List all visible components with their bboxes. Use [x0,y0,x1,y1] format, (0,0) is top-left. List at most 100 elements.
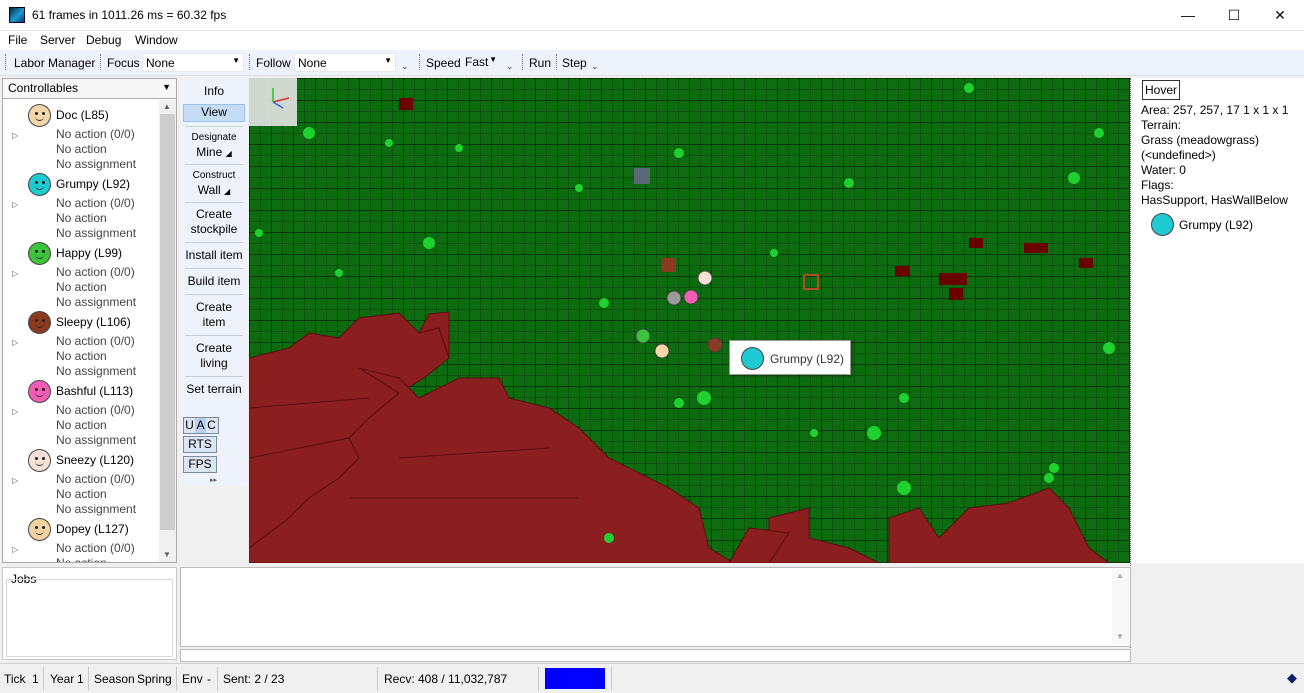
overflow-icon[interactable]: ▸▸ [210,476,217,484]
speed-select[interactable]: Fast ▼ [462,53,500,72]
scroll-up-icon[interactable]: ▲ [1116,571,1124,580]
toolbar-grip[interactable] [522,54,525,70]
controllables-header[interactable]: Controllables ▼ [3,79,176,99]
create-item-tool[interactable]: Create item [183,300,245,330]
rts-button[interactable]: RTS [183,436,217,453]
season-value: Spring [137,672,172,686]
dwarf-face-icon [28,380,51,403]
controllable-item[interactable]: Sneezy (L120) ▷ No action (0/0) No action No… [7,449,157,518]
a-toggle[interactable]: A [195,418,206,433]
controllable-item[interactable]: Grumpy (L92) ▷ No action (0/0) No action No … [7,173,157,242]
tool-label: Create [195,207,233,221]
overflow-icon[interactable]: ⌄ [401,61,409,72]
log-scrollbar[interactable]: ▲ ▼ [1112,569,1129,645]
grumpy-avatar [741,347,764,370]
dropdown-corner-icon: ◢ [225,149,232,158]
close-button[interactable]: ✕ [1257,0,1303,31]
terrain-value: Grass (meadowgrass) [1141,133,1260,147]
controllable-name: Doc (L85) [56,108,109,122]
sent-text: Sent: 2 / 23 [223,672,285,686]
chevron-down-icon[interactable]: ▼ [162,82,171,92]
controllable-item[interactable]: Bashful (L113) ▷ No action (0/0) No action N… [7,380,157,449]
focus-select[interactable]: None ▼ [142,53,244,72]
follow-value: None [298,56,327,70]
scrollbar[interactable]: ▲ ▼ [159,100,176,562]
install-item-tool[interactable]: Install item [183,248,245,263]
assignment-text: No assignment [56,295,137,309]
create-living-tool[interactable]: Create living [183,341,245,371]
flags-value: HasSupport, HasWallBelow [1141,193,1288,207]
action-status: No action (0/0) [56,127,135,141]
expand-icon[interactable]: ▷ [12,338,18,347]
follow-select[interactable]: None ▼ [294,53,396,72]
divider [377,667,378,691]
toolbar-grip[interactable] [419,54,422,70]
designate-label: Designate [191,132,237,143]
controllables-title: Controllables [8,81,79,95]
run-button[interactable]: Run [529,56,551,70]
step-button[interactable]: Step [562,56,587,70]
minimap-widget[interactable] [249,78,297,126]
designate-tool[interactable]: Designate Mine ◢ [183,130,245,161]
jobs-list[interactable] [6,579,173,657]
command-input[interactable] [180,649,1131,662]
controllable-name: Sneezy (L120) [56,453,135,467]
c-toggle[interactable]: C [206,418,217,433]
action-text: No action [56,142,107,156]
expand-icon[interactable]: ▷ [12,269,18,278]
toolbar-grip[interactable] [249,54,252,70]
controllable-item[interactable]: Doc (L85) ▷ No action (0/0) No action No ass… [7,104,157,173]
terrain-canvas [249,78,1115,563]
expand-icon[interactable]: ▷ [12,407,18,416]
expand-icon[interactable]: ▷ [12,131,18,140]
overflow-icon[interactable]: ⌄ [506,61,514,72]
terrain-label: Terrain: [1141,118,1182,132]
controllables-list: Doc (L85) ▷ No action (0/0) No action No ass… [3,100,159,562]
scroll-down-icon[interactable]: ▼ [163,550,171,559]
expand-icon[interactable]: ▷ [12,200,18,209]
menu-bar: File Server Debug Window [0,31,1304,50]
create-stockpile-tool[interactable]: Create stockpile [183,207,245,237]
hover-button[interactable]: Hover [1142,80,1180,100]
expand-icon[interactable]: ▷ [12,545,18,554]
resize-grip-icon[interactable]: ◆ [1287,670,1297,686]
maximize-button[interactable]: ☐ [1211,0,1257,31]
controllable-item[interactable]: Sleepy (L106) ▷ No action (0/0) No action No… [7,311,157,380]
fps-button[interactable]: FPS [183,456,217,473]
set-terrain-tool[interactable]: Set terrain [183,382,245,397]
speed-label: Speed [426,56,461,70]
designate-value: Mine ◢ [196,145,232,159]
labor-manager-button[interactable]: Labor Manager [14,56,95,70]
tool-label: Create [195,341,233,355]
construct-tool[interactable]: Construct Wall ◢ [183,168,245,199]
info-tool[interactable]: Info [183,84,245,99]
follow-label: Follow [256,56,291,70]
expand-icon[interactable]: ▷ [12,476,18,485]
menu-file[interactable]: File [8,33,27,47]
minimize-button[interactable]: — [1165,0,1211,31]
toolbar-grip[interactable] [5,54,8,70]
log-output[interactable]: ▲ ▼ [180,567,1131,647]
u-toggle[interactable]: U [184,418,195,433]
menu-window[interactable]: Window [135,33,178,47]
controllable-name: Grumpy (L92) [56,177,131,191]
chevron-down-icon: ▼ [232,56,240,65]
game-viewport[interactable]: Grumpy (L92) [249,78,1130,563]
construct-label: Construct [192,170,236,181]
scroll-up-icon[interactable]: ▲ [163,102,171,111]
hover-object[interactable]: Grumpy (L92) [1150,212,1300,238]
scrollbar-thumb[interactable] [160,114,175,530]
menu-server[interactable]: Server [40,33,75,47]
panel-splitter[interactable] [1130,78,1132,648]
menu-debug[interactable]: Debug [86,33,121,47]
view-tool[interactable]: View [183,104,245,122]
controllable-name: Dopey (L127) [56,522,129,536]
scroll-down-icon[interactable]: ▼ [1116,632,1124,641]
toolbar-grip[interactable] [556,54,559,70]
overflow-icon[interactable]: ⌄ [591,61,599,72]
toolbar-grip[interactable] [100,54,103,70]
controllable-item[interactable]: Dopey (L127) ▷ No action (0/0)No action [7,518,157,562]
divider [185,242,243,243]
controllable-item[interactable]: Happy (L99) ▷ No action (0/0) No action No a… [7,242,157,311]
build-item-tool[interactable]: Build item [183,274,245,289]
